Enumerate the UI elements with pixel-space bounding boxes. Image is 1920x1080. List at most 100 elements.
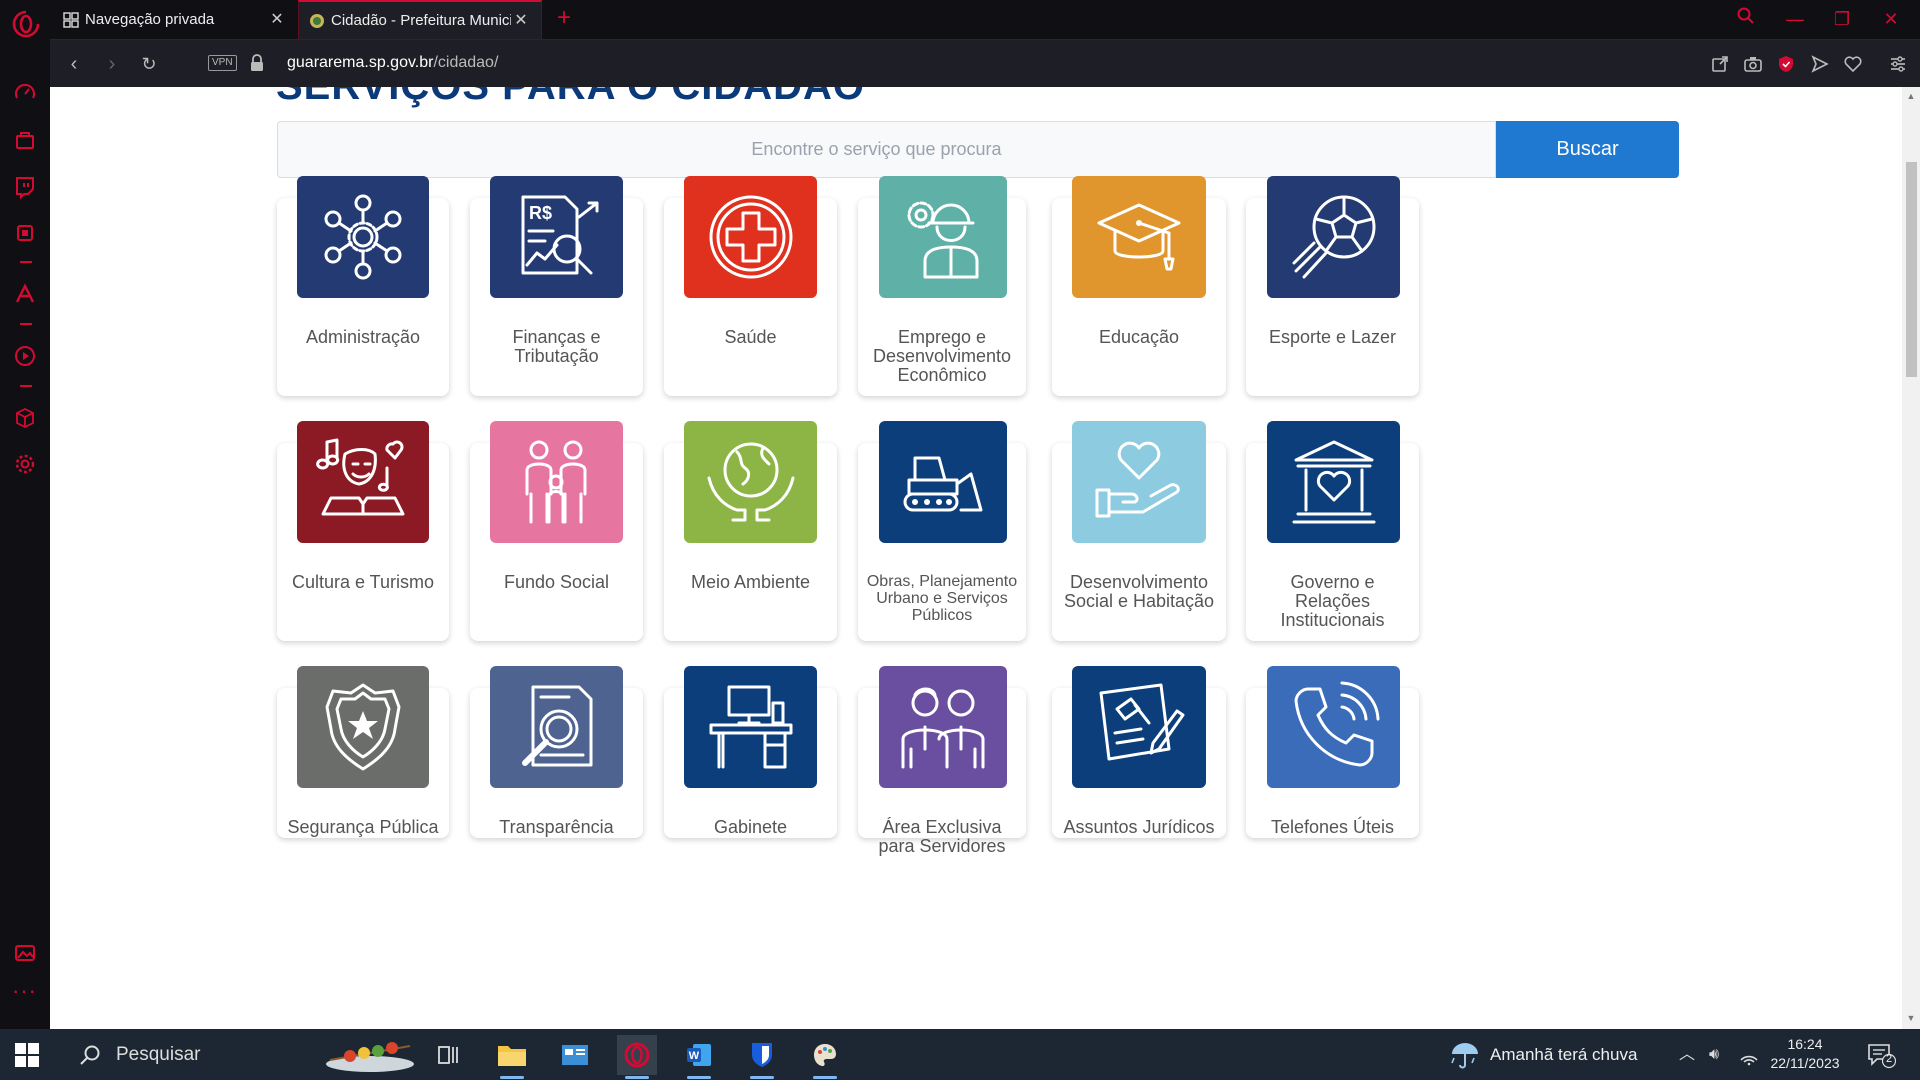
service-card[interactable]: Desenvolvimento Social e Habitação bbox=[1052, 421, 1226, 641]
forward-button[interactable]: › bbox=[98, 50, 126, 78]
more-options-icon[interactable]: ··· bbox=[12, 980, 37, 1002]
service-tile[interactable] bbox=[297, 666, 429, 788]
service-card[interactable]: Fundo Social bbox=[470, 421, 643, 641]
service-card[interactable]: Segurança Pública bbox=[277, 666, 449, 838]
minimize-button[interactable]: — bbox=[1780, 6, 1810, 32]
volume-icon[interactable]: 🔊︎ bbox=[1703, 1044, 1725, 1066]
service-tile[interactable] bbox=[684, 666, 817, 788]
back-button[interactable]: ‹ bbox=[60, 50, 88, 78]
service-card[interactable]: Telefones Úteis bbox=[1246, 666, 1419, 838]
service-tile[interactable] bbox=[1072, 176, 1206, 298]
service-label: Finanças e Tributação bbox=[512, 327, 601, 366]
service-tile[interactable] bbox=[1267, 666, 1400, 788]
service-label: Desenvolvimento Social e Habitação bbox=[1063, 572, 1215, 611]
service-tile[interactable]: R$ bbox=[490, 176, 623, 298]
new-tab-button[interactable]: + bbox=[552, 5, 576, 33]
player-icon[interactable] bbox=[13, 344, 37, 368]
settings-gear-icon[interactable] bbox=[13, 452, 37, 476]
search-tabs-icon[interactable] bbox=[1731, 6, 1761, 32]
search-button[interactable]: Buscar bbox=[1496, 121, 1679, 178]
service-card[interactable]: Transparência bbox=[470, 666, 643, 838]
bitwarden-icon[interactable] bbox=[742, 1035, 782, 1079]
windows-taskbar: Pesquisar W Amanhã terá chuva ︿ 🔊︎ 16:24… bbox=[0, 1029, 1920, 1080]
svg-text:W: W bbox=[689, 1050, 700, 1062]
word-icon[interactable]: W bbox=[679, 1035, 719, 1079]
scroll-up-icon[interactable]: ▲ bbox=[1906, 91, 1916, 101]
service-label: Saúde bbox=[724, 327, 777, 347]
windows-start-icon[interactable] bbox=[14, 1042, 40, 1068]
cpu-limiter-icon[interactable] bbox=[13, 221, 37, 245]
tab-close-icon[interactable]: ✕ bbox=[511, 11, 531, 31]
service-tile[interactable] bbox=[1072, 421, 1206, 543]
service-label: Transparência bbox=[499, 817, 614, 837]
service-card[interactable]: Emprego e Desenvolvimento Econômico bbox=[858, 176, 1026, 396]
vpn-badge[interactable]: VPN bbox=[208, 55, 237, 71]
aria-ai-icon[interactable] bbox=[13, 282, 37, 306]
service-search-input[interactable] bbox=[278, 122, 1495, 177]
notification-center-icon[interactable]: 2 bbox=[1866, 1041, 1897, 1069]
service-tile[interactable] bbox=[490, 421, 623, 543]
system-clock[interactable]: 16:24 22/11/2023 bbox=[1760, 1035, 1850, 1073]
heart-bookmark-icon[interactable] bbox=[1843, 54, 1863, 74]
speed-dial-icon[interactable] bbox=[13, 81, 37, 105]
close-window-button[interactable]: ✕ bbox=[1876, 6, 1906, 32]
paint-icon[interactable] bbox=[805, 1035, 845, 1079]
task-view-icon[interactable] bbox=[428, 1035, 468, 1075]
tab-cidadao[interactable]: Cidadão - Prefeitura Municipal ✕ bbox=[298, 0, 542, 39]
shopping-bag-icon[interactable] bbox=[13, 128, 37, 152]
scroll-down-icon[interactable]: ▼ bbox=[1906, 1013, 1916, 1023]
service-tile[interactable] bbox=[879, 176, 1007, 298]
bulldozer-icon bbox=[903, 456, 983, 512]
tab-close-icon[interactable]: ✕ bbox=[267, 10, 287, 30]
service-tile[interactable] bbox=[684, 176, 817, 298]
url-field[interactable]: guararema.sp.gov.br/cidadao/ bbox=[287, 52, 498, 74]
file-explorer-icon[interactable] bbox=[492, 1035, 532, 1079]
service-tile[interactable] bbox=[297, 176, 429, 298]
restore-button[interactable]: ❐ bbox=[1827, 6, 1857, 32]
reload-button[interactable]: ↻ bbox=[135, 50, 163, 78]
adblock-shield-icon[interactable] bbox=[1776, 54, 1796, 74]
soccer-ball-icon bbox=[1292, 195, 1375, 279]
service-card[interactable]: R$ Finanças e Tributação bbox=[470, 176, 643, 396]
service-tile[interactable] bbox=[684, 421, 817, 543]
wifi-icon[interactable] bbox=[1738, 1044, 1760, 1066]
clock-date: 22/11/2023 bbox=[1770, 1055, 1840, 1071]
service-tile[interactable] bbox=[1267, 421, 1400, 543]
twitch-icon[interactable] bbox=[13, 175, 37, 199]
share-icon[interactable] bbox=[1710, 54, 1730, 74]
lock-icon[interactable] bbox=[249, 54, 265, 72]
service-tile[interactable] bbox=[879, 421, 1007, 543]
service-card[interactable]: Saúde bbox=[664, 176, 837, 396]
service-tile[interactable] bbox=[1267, 176, 1400, 298]
service-tile[interactable] bbox=[490, 666, 623, 788]
service-tile[interactable] bbox=[297, 421, 429, 543]
control-panel-icon[interactable] bbox=[555, 1035, 595, 1075]
scrollbar-thumb[interactable] bbox=[1906, 162, 1917, 377]
page-scrollbar[interactable]: ▲ ▼ bbox=[1902, 87, 1920, 1029]
send-icon[interactable] bbox=[1810, 54, 1830, 74]
gallery-icon[interactable] bbox=[13, 941, 37, 965]
service-card[interactable]: Educação bbox=[1052, 176, 1226, 396]
service-card[interactable]: Obras, Planejamento Urbano e Serviços Pú… bbox=[858, 421, 1026, 641]
opera-taskbar-icon[interactable] bbox=[617, 1035, 657, 1079]
service-card[interactable]: Governo e Relações Institucionais bbox=[1246, 421, 1419, 641]
chevron-up-icon[interactable]: ︿ bbox=[1676, 1044, 1698, 1066]
camera-icon[interactable] bbox=[1743, 54, 1763, 74]
service-label: Assuntos Jurídicos bbox=[1063, 817, 1215, 837]
service-tile[interactable] bbox=[879, 666, 1007, 788]
service-card[interactable]: Área Exclusiva para Servidores bbox=[858, 666, 1026, 856]
weather-widget[interactable]: Amanhã terá chuva bbox=[1448, 1029, 1637, 1080]
service-card[interactable]: Gabinete bbox=[664, 666, 837, 838]
cube-icon[interactable] bbox=[13, 406, 37, 430]
service-card[interactable]: Assuntos Jurídicos bbox=[1052, 666, 1226, 838]
service-card[interactable]: Administração bbox=[277, 176, 449, 396]
opera-logo-icon[interactable] bbox=[11, 9, 41, 39]
service-tile[interactable] bbox=[1072, 666, 1206, 788]
service-card[interactable]: Meio Ambiente bbox=[664, 421, 837, 641]
tab-private-browsing[interactable]: Navegação privada ✕ bbox=[53, 0, 297, 39]
institution-heart-icon bbox=[1292, 440, 1375, 524]
service-card[interactable]: Cultura e Turismo bbox=[277, 421, 449, 641]
service-search-box bbox=[277, 121, 1496, 178]
easy-setup-icon[interactable] bbox=[1888, 54, 1908, 74]
service-card[interactable]: Esporte e Lazer bbox=[1246, 176, 1419, 396]
